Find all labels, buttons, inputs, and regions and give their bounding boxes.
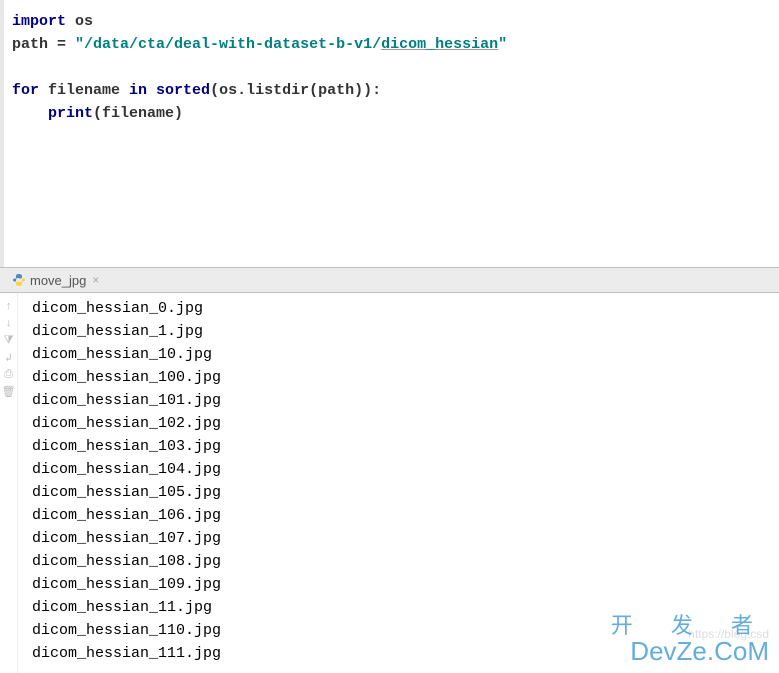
code-line-3[interactable] <box>12 56 779 79</box>
output-line: dicom_hessian_106.jpg <box>32 504 779 527</box>
output-line: dicom_hessian_109.jpg <box>32 573 779 596</box>
output-tab-bar: move_jpg × <box>0 267 779 293</box>
trash-icon[interactable]: 🗑 <box>2 385 16 399</box>
close-icon[interactable]: × <box>92 273 99 287</box>
output-line: dicom_hessian_100.jpg <box>32 366 779 389</box>
builtin-sorted: sorted <box>147 82 210 99</box>
output-line: dicom_hessian_111.jpg <box>32 642 779 665</box>
output-container: ↑ ↓ ⧩ ↲ ⎙ 🗑 dicom_hessian_0.jpg dicom_he… <box>0 293 779 673</box>
arrow-up-icon[interactable]: ↑ <box>2 300 16 314</box>
output-line: dicom_hessian_110.jpg <box>32 619 779 642</box>
output-pane[interactable]: dicom_hessian_0.jpg dicom_hessian_1.jpg … <box>18 293 779 673</box>
python-file-icon <box>12 273 26 287</box>
var-path: path <box>12 36 57 53</box>
code-line-1[interactable]: import os <box>12 10 779 33</box>
indent <box>12 105 48 122</box>
output-line: dicom_hessian_107.jpg <box>32 527 779 550</box>
call-rest: (os.listdir(path)): <box>210 82 381 99</box>
module-os: os <box>66 13 93 30</box>
code-line-2[interactable]: path = "/data/cta/deal-with-dataset-b-v1… <box>12 33 779 56</box>
code-editor[interactable]: import os path = "/data/cta/deal-with-da… <box>0 0 779 267</box>
output-line: dicom_hessian_108.jpg <box>32 550 779 573</box>
op-assign: = <box>57 36 75 53</box>
output-line: dicom_hessian_0.jpg <box>32 297 779 320</box>
wrap-icon[interactable]: ↲ <box>2 351 16 365</box>
output-line: dicom_hessian_11.jpg <box>32 596 779 619</box>
code-line-5[interactable]: print(filename) <box>12 102 779 125</box>
output-line: dicom_hessian_10.jpg <box>32 343 779 366</box>
var-filename: filename <box>39 82 129 99</box>
filter-icon[interactable]: ⧩ <box>2 334 16 348</box>
output-line: dicom_hessian_104.jpg <box>32 458 779 481</box>
builtin-print: print <box>48 105 93 122</box>
output-line: dicom_hessian_105.jpg <box>32 481 779 504</box>
keyword-import: import <box>12 13 66 30</box>
output-line: dicom_hessian_102.jpg <box>32 412 779 435</box>
tab-move-jpg[interactable]: move_jpg × <box>4 268 107 292</box>
output-gutter: ↑ ↓ ⧩ ↲ ⎙ 🗑 <box>0 293 18 673</box>
output-line: dicom_hessian_103.jpg <box>32 435 779 458</box>
output-line: dicom_hessian_1.jpg <box>32 320 779 343</box>
arrow-down-icon[interactable]: ↓ <box>2 317 16 331</box>
string-quote: " <box>498 36 507 53</box>
string-prefix: "/data/cta/deal-with-dataset-b-v1/ <box>75 36 381 53</box>
print-icon[interactable]: ⎙ <box>2 368 16 382</box>
output-line: dicom_hessian_101.jpg <box>32 389 779 412</box>
code-line-4[interactable]: for filename in sorted(os.listdir(path))… <box>12 79 779 102</box>
print-args: (filename) <box>93 105 183 122</box>
string-suffix: dicom_hessian <box>381 36 498 53</box>
keyword-in: in <box>129 82 147 99</box>
tab-label: move_jpg <box>30 273 86 288</box>
keyword-for: for <box>12 82 39 99</box>
